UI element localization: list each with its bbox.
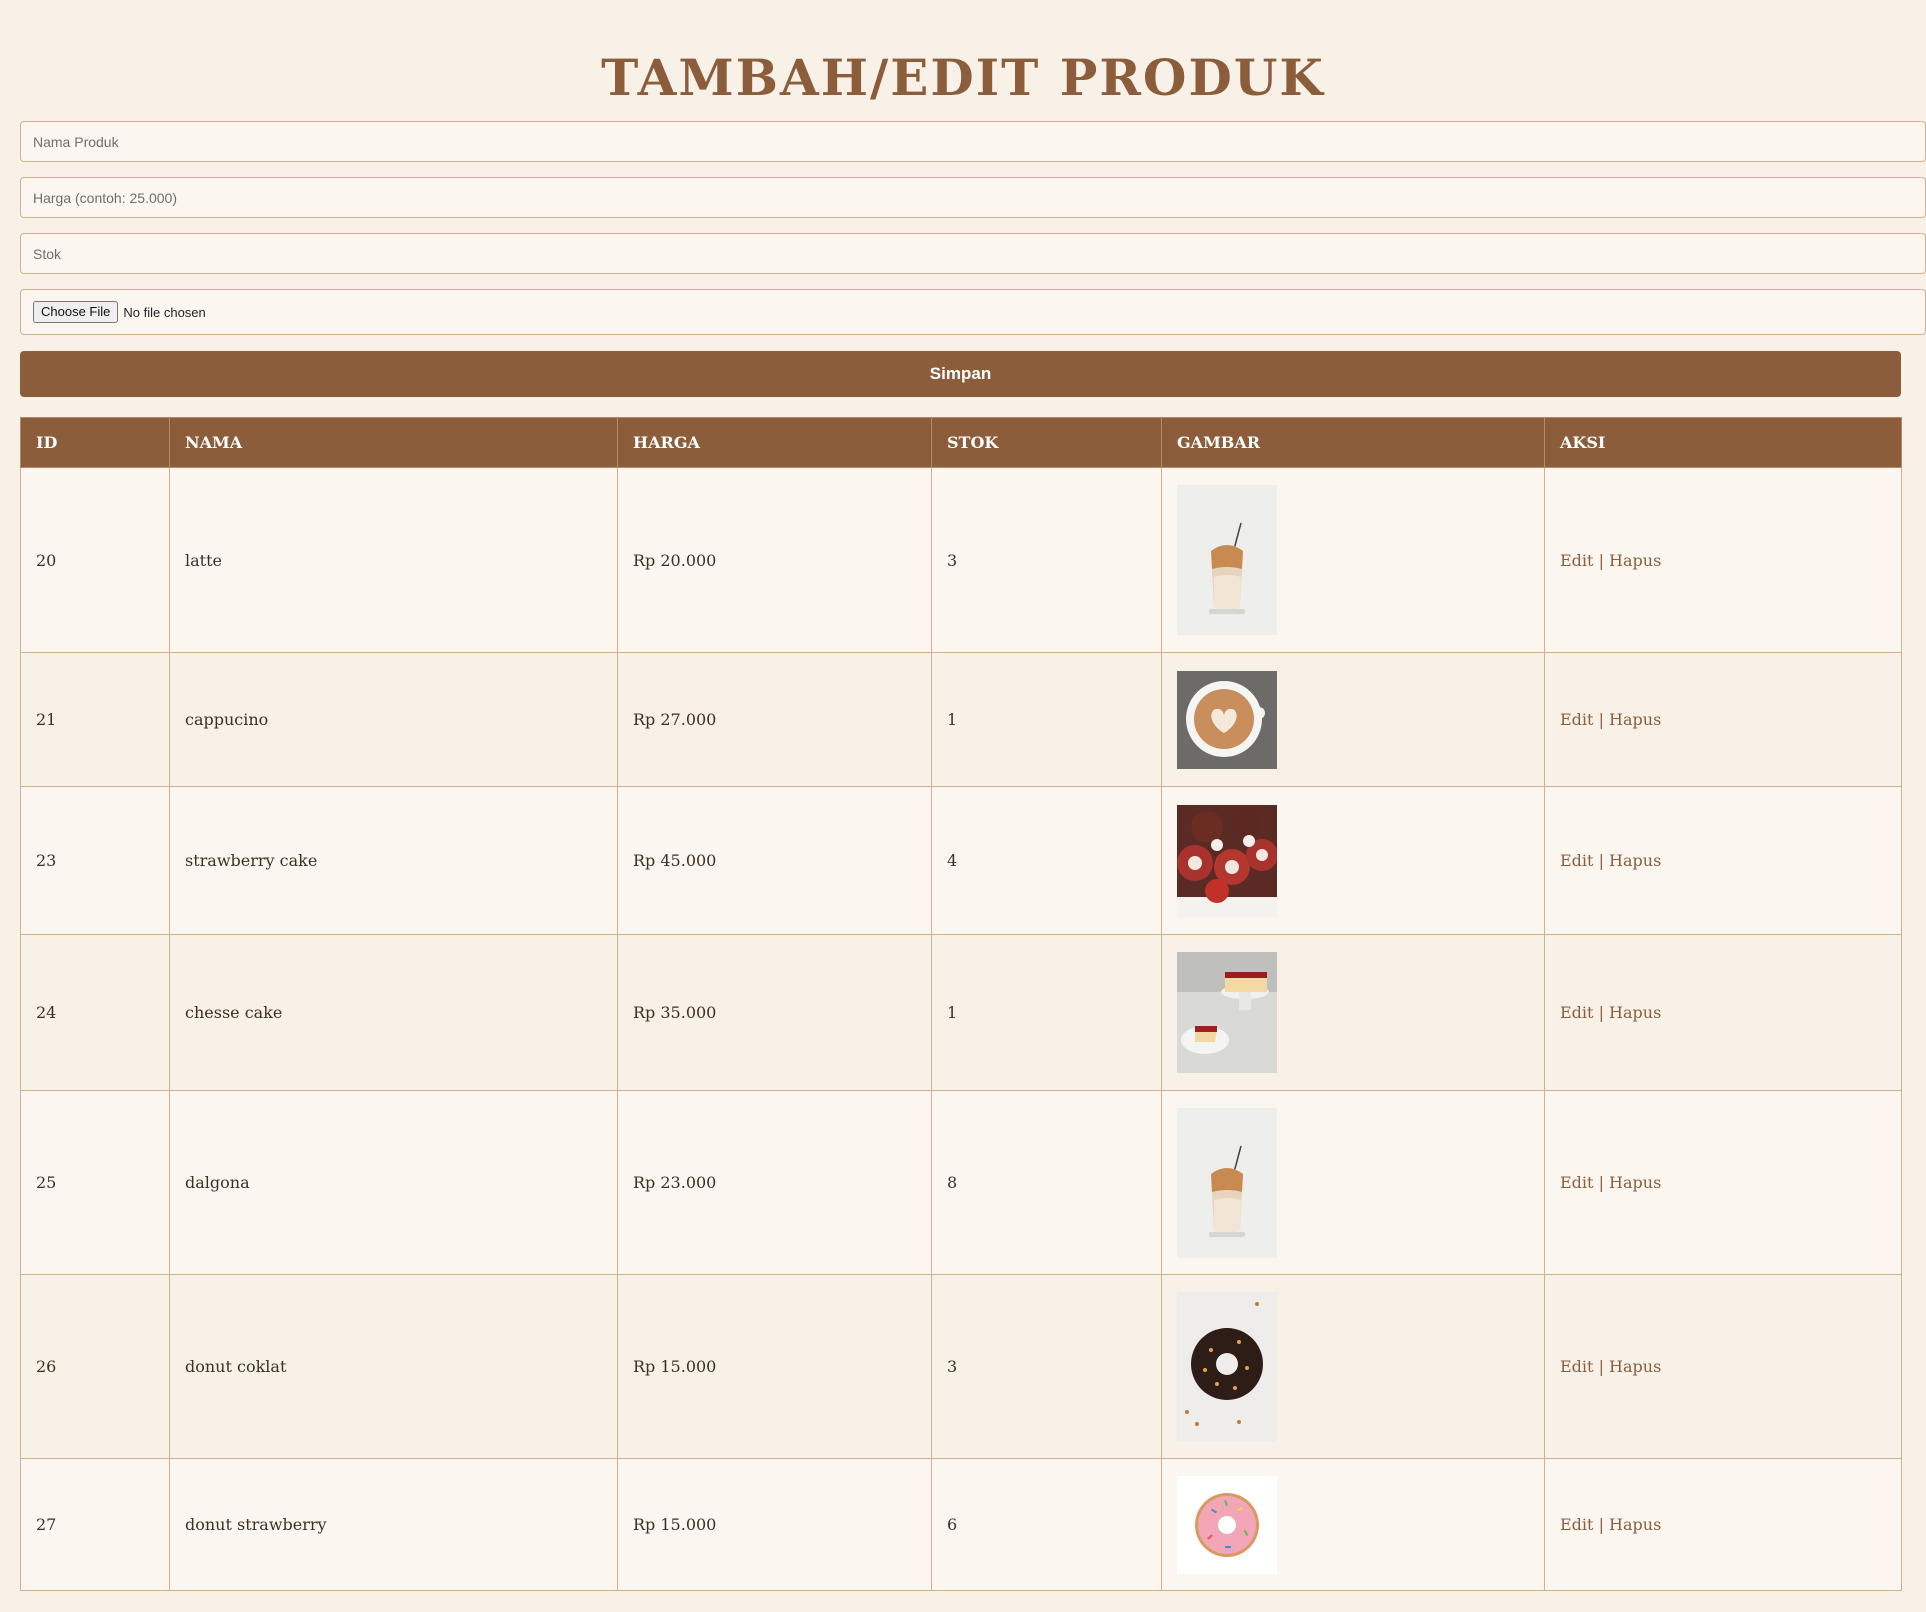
header-harga: HARGA: [617, 417, 932, 468]
cell-aksi: Edit | Hapus: [1544, 934, 1902, 1091]
table-row: 27 donut strawberry Rp 15.000 6 Edit | H…: [20, 1458, 1902, 1591]
red-velvet-roll-image: [1177, 804, 1277, 917]
table-row: 25 dalgona Rp 23.000 8 Edit | Hapus: [20, 1090, 1902, 1275]
cell-id: 26: [20, 1274, 170, 1459]
product-price-field[interactable]: [20, 177, 1926, 218]
cell-aksi: Edit | Hapus: [1544, 652, 1902, 787]
pink-donut-image: [1177, 1475, 1277, 1574]
delete-link[interactable]: Hapus: [1609, 1173, 1661, 1192]
cell-aksi: Edit | Hapus: [1544, 467, 1902, 653]
delete-link[interactable]: Hapus: [1609, 1357, 1661, 1376]
cell-stok: 8: [931, 1090, 1162, 1275]
table-row: 21 cappucino Rp 27.000 1 Edit | Hapus: [20, 652, 1902, 787]
table-row: 26 donut coklat Rp 15.000 3 Edit | Hapus: [20, 1274, 1902, 1459]
action-separator: |: [1598, 1003, 1604, 1022]
header-gambar: GAMBAR: [1161, 417, 1545, 468]
delete-link[interactable]: Hapus: [1609, 1003, 1661, 1022]
iced-latte-glass-image: [1177, 1107, 1277, 1258]
save-button[interactable]: Simpan: [20, 351, 1901, 397]
cell-aksi: Edit | Hapus: [1544, 786, 1902, 935]
edit-link[interactable]: Edit: [1560, 1357, 1593, 1376]
edit-link[interactable]: Edit: [1560, 710, 1593, 729]
cell-id: 27: [20, 1458, 170, 1591]
action-separator: |: [1598, 550, 1604, 570]
cell-nama: strawberry cake: [169, 786, 618, 935]
delete-link[interactable]: Hapus: [1609, 551, 1661, 570]
cell-harga: Rp 20.000: [617, 467, 932, 653]
edit-link[interactable]: Edit: [1560, 1003, 1593, 1022]
edit-link[interactable]: Edit: [1560, 851, 1593, 870]
product-table: ID NAMA HARGA STOK GAMBAR AKSI 20 latte …: [20, 417, 1902, 1591]
cell-id: 23: [20, 786, 170, 935]
table-header-row: ID NAMA HARGA STOK GAMBAR AKSI: [20, 417, 1902, 468]
product-stock-input[interactable]: [33, 234, 1913, 273]
cell-gambar: [1161, 467, 1545, 653]
action-separator: |: [1598, 851, 1604, 870]
table-row: 23 strawberry cake Rp 45.000 4 Edit | Ha…: [20, 786, 1902, 935]
cell-harga: Rp 23.000: [617, 1090, 932, 1275]
header-aksi: AKSI: [1544, 417, 1902, 468]
cell-stok: 3: [931, 1274, 1162, 1459]
cell-stok: 4: [931, 786, 1162, 935]
cell-nama: donut coklat: [169, 1274, 618, 1459]
cell-id: 21: [20, 652, 170, 787]
cell-stok: 3: [931, 467, 1162, 653]
edit-link[interactable]: Edit: [1560, 551, 1593, 570]
cell-nama: cappucino: [169, 652, 618, 787]
delete-link[interactable]: Hapus: [1609, 710, 1661, 729]
cell-nama: donut strawberry: [169, 1458, 618, 1591]
cell-gambar: [1161, 934, 1545, 1091]
cell-id: 25: [20, 1090, 170, 1275]
cell-harga: Rp 45.000: [617, 786, 932, 935]
page-title: TAMBAH/EDIT PRODUK: [601, 48, 1325, 107]
cell-gambar: [1161, 1090, 1545, 1275]
cheesecake-image: [1177, 952, 1277, 1073]
header-nama: NAMA: [169, 417, 618, 468]
chocolate-donut-image: [1177, 1291, 1277, 1442]
choose-file-button[interactable]: Choose File: [33, 301, 119, 323]
cell-stok: 6: [931, 1458, 1162, 1591]
cell-nama: latte: [169, 467, 618, 653]
header-stok: STOK: [931, 417, 1162, 468]
action-separator: |: [1598, 710, 1604, 729]
image-file-field: Choose File No file chosen: [20, 289, 1926, 335]
cell-harga: Rp 27.000: [617, 652, 932, 787]
file-status-text: No file chosen: [123, 304, 206, 320]
cell-aksi: Edit | Hapus: [1544, 1274, 1902, 1459]
product-name-field[interactable]: [20, 121, 1926, 162]
delete-link[interactable]: Hapus: [1609, 1515, 1661, 1534]
cell-id: 20: [20, 467, 170, 653]
cell-id: 24: [20, 934, 170, 1091]
cell-harga: Rp 35.000: [617, 934, 932, 1091]
cell-stok: 1: [931, 652, 1162, 787]
cell-gambar: [1161, 786, 1545, 935]
action-separator: |: [1598, 1357, 1604, 1376]
product-stock-field[interactable]: [20, 233, 1926, 274]
iced-latte-glass-image: [1177, 485, 1277, 635]
table-row: 24 chesse cake Rp 35.000 1 Edit | Hapus: [20, 934, 1902, 1091]
cell-gambar: [1161, 1274, 1545, 1459]
product-price-input[interactable]: [33, 178, 1913, 217]
action-separator: |: [1598, 1173, 1604, 1192]
latte-art-cup-image: [1177, 670, 1277, 769]
cell-stok: 1: [931, 934, 1162, 1091]
cell-nama: dalgona: [169, 1090, 618, 1275]
header-id: ID: [20, 417, 170, 468]
edit-link[interactable]: Edit: [1560, 1173, 1593, 1192]
action-separator: |: [1598, 1515, 1604, 1534]
table-row: 20 latte Rp 20.000 3 Edit | Hapus: [20, 467, 1902, 653]
cell-aksi: Edit | Hapus: [1544, 1458, 1902, 1591]
cell-harga: Rp 15.000: [617, 1274, 932, 1459]
product-name-input[interactable]: [33, 122, 1913, 161]
cell-gambar: [1161, 1458, 1545, 1591]
edit-link[interactable]: Edit: [1560, 1515, 1593, 1534]
cell-aksi: Edit | Hapus: [1544, 1090, 1902, 1275]
cell-harga: Rp 15.000: [617, 1458, 932, 1591]
delete-link[interactable]: Hapus: [1609, 851, 1661, 870]
cell-nama: chesse cake: [169, 934, 618, 1091]
cell-gambar: [1161, 652, 1545, 787]
